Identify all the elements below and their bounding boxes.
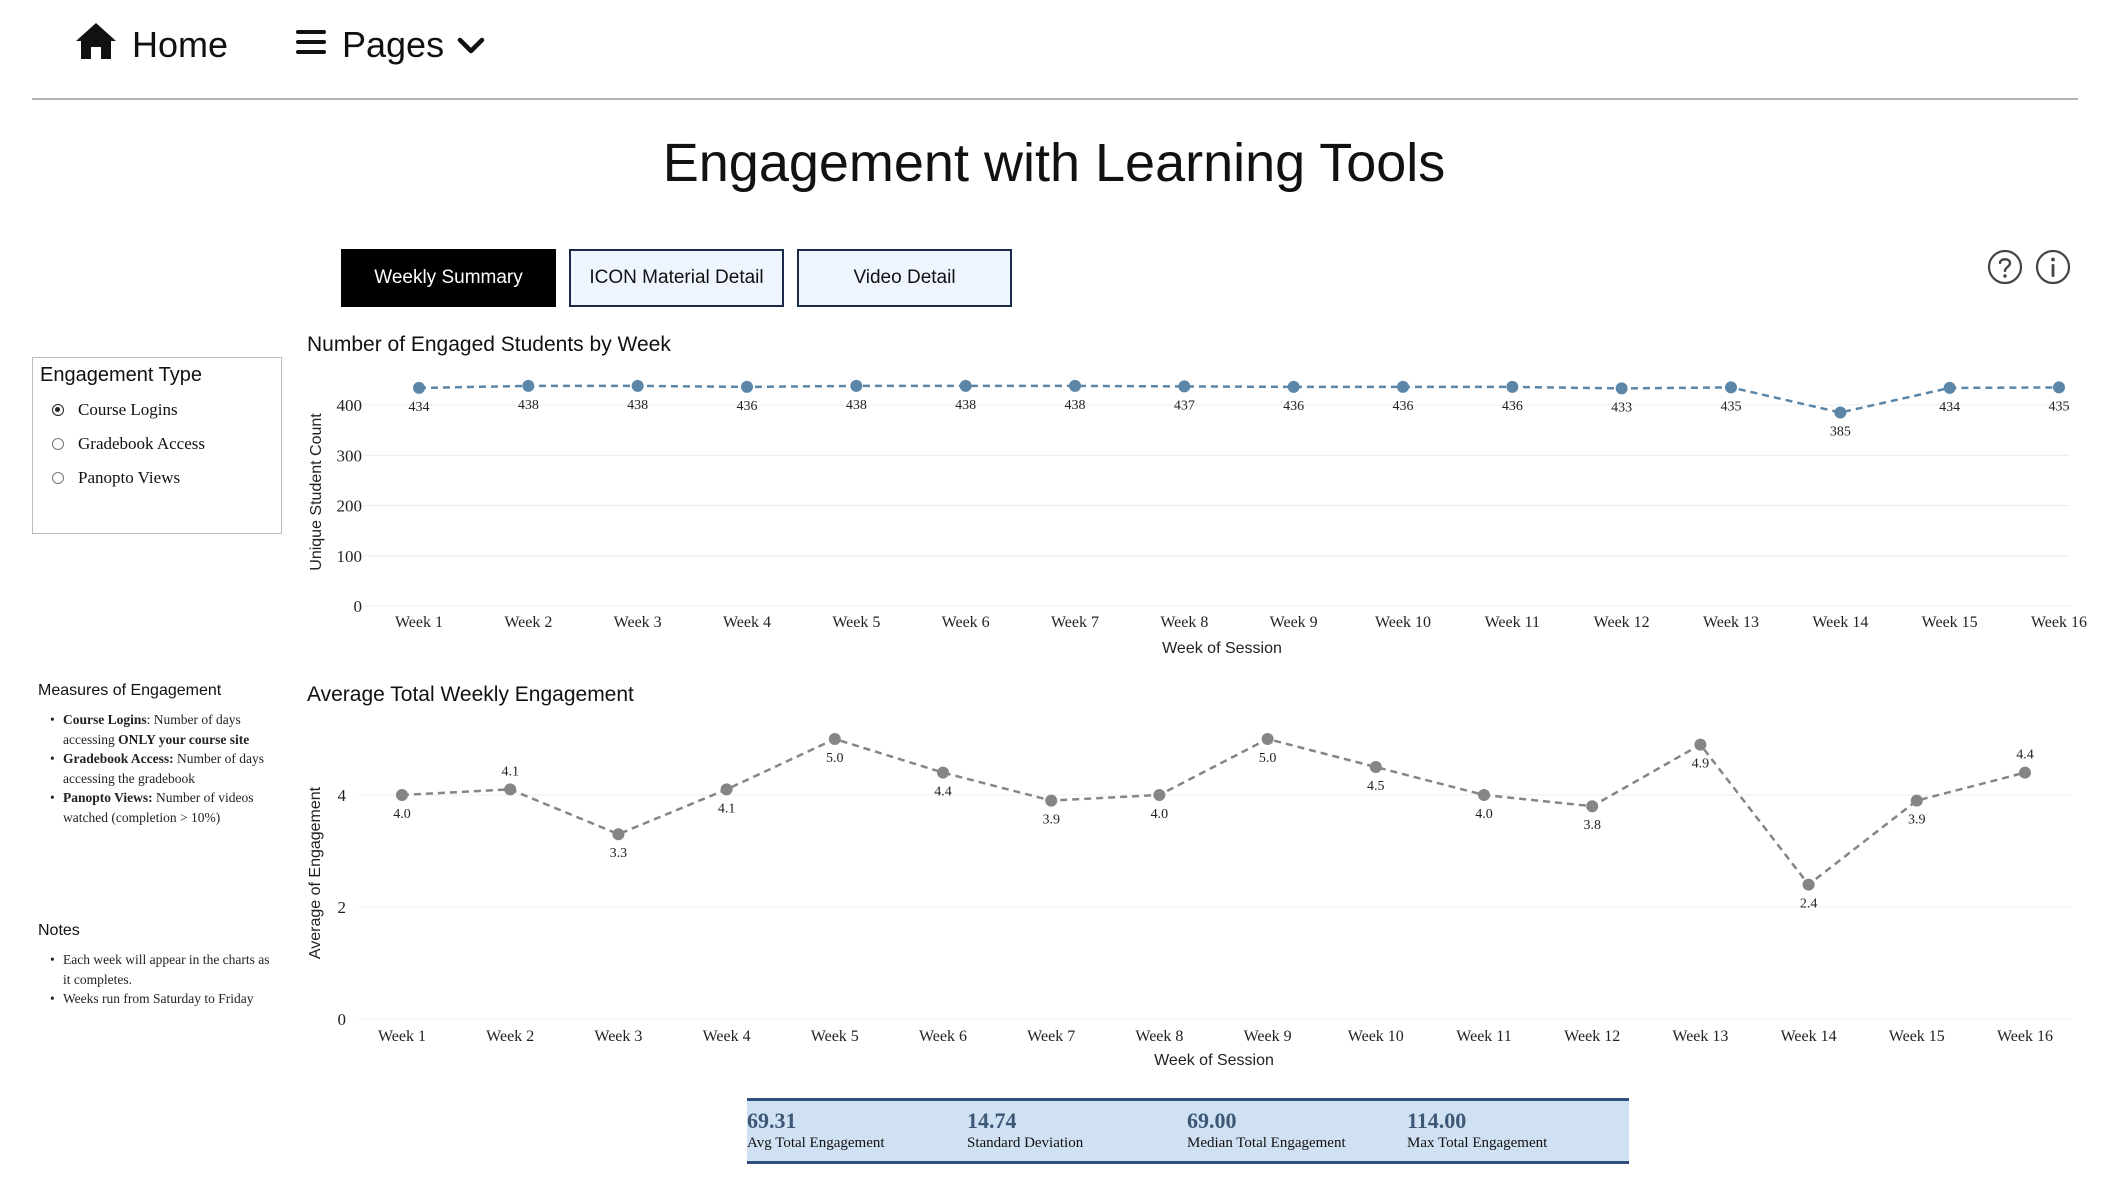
data-label: 4.1 (501, 764, 519, 779)
data-point (1910, 794, 1923, 807)
kpi-value: 14.74 (967, 1108, 1017, 1133)
data-point (1261, 733, 1274, 745)
data-point (1153, 789, 1166, 801)
kpi-label: Median Total Engagement (1187, 1135, 1346, 1151)
y-tick-label: 2 (338, 898, 347, 917)
data-label: 4.0 (393, 807, 411, 822)
kpi-max-total: 114.00 Max Total Engagement (1407, 1109, 1547, 1153)
avg-engagement-chart: 0 2 4 Week 1 Week 2 Week 3 Week 4 Week 5 Week 6 W… (307, 733, 2070, 1069)
kpi-median-total: 69.00 Median Total Engagement (1187, 1109, 1346, 1153)
data-label: 4.9 (1692, 757, 1710, 772)
kpi-summary-strip: 69.31 Avg Total Engagement 14.74 Standar… (747, 1098, 1629, 1164)
data-point (1045, 794, 1058, 807)
data-label: 4.4 (2016, 748, 2034, 763)
x-tick-label: Week 14 (1781, 1028, 1837, 1045)
x-tick-label: Week 11 (1456, 1028, 1511, 1045)
data-point (396, 789, 408, 801)
data-label: 3.9 (1908, 813, 1926, 828)
x-tick-label: Week 16 (1997, 1028, 2053, 1045)
kpi-label: Standard Deviation (967, 1135, 1084, 1151)
data-point (504, 783, 517, 796)
kpi-value: 69.31 (747, 1108, 797, 1133)
data-point (1478, 789, 1490, 801)
data-label: 3.3 (610, 846, 628, 861)
x-tick-label: Week 15 (1889, 1028, 1945, 1045)
data-point (1586, 800, 1599, 813)
data-label: 4.5 (1367, 779, 1385, 794)
x-tick-label: Week 12 (1564, 1028, 1620, 1045)
data-point (1369, 761, 1382, 773)
data-label: 4.0 (1475, 807, 1493, 822)
kpi-value: 69.00 (1187, 1108, 1237, 1133)
data-point (828, 733, 841, 745)
data-label: 2.4 (1800, 897, 1818, 912)
data-point (937, 766, 949, 779)
data-label: 4.1 (718, 801, 736, 816)
x-tick-label: Week 2 (486, 1028, 534, 1045)
data-label: 3.9 (1042, 813, 1060, 828)
data-point (1802, 878, 1815, 891)
kpi-avg-total: 69.31 Avg Total Engagement (747, 1109, 885, 1153)
x-tick-label: Week 13 (1672, 1028, 1728, 1045)
kpi-value: 114.00 (1407, 1108, 1467, 1133)
kpi-std-dev: 14.74 Standard Deviation (967, 1109, 1083, 1153)
y-axis-label: Average of Engagement (307, 786, 324, 959)
x-tick-label: Week 8 (1135, 1028, 1183, 1045)
data-point (612, 828, 625, 841)
y-tick-label: 4 (338, 786, 347, 805)
x-tick-label: Week 4 (703, 1028, 751, 1045)
kpi-label: Max Total Engagement (1407, 1135, 1548, 1151)
x-tick-label: Week 10 (1348, 1028, 1404, 1045)
data-point (2019, 766, 2031, 779)
x-tick-label: Week 6 (919, 1028, 967, 1045)
x-tick-label: Week 9 (1244, 1028, 1292, 1045)
data-point (720, 783, 733, 796)
x-axis-label: Week of Session (1154, 1052, 1274, 1069)
x-tick-label: Week 3 (594, 1028, 642, 1045)
data-label: 5.0 (1259, 751, 1277, 766)
data-point (1694, 738, 1707, 751)
data-label: 5.0 (826, 751, 844, 766)
y-tick-label: 0 (338, 1010, 347, 1029)
x-tick-label: Week 5 (811, 1028, 859, 1045)
x-tick-label: Week 1 (378, 1028, 426, 1045)
data-label: 4.0 (1151, 807, 1169, 822)
data-label: 4.4 (934, 785, 952, 800)
series-line (401, 737, 2026, 887)
data-label: 3.8 (1583, 818, 1601, 833)
kpi-label: Avg Total Engagement (747, 1135, 885, 1151)
x-tick-label: Week 7 (1027, 1028, 1075, 1045)
